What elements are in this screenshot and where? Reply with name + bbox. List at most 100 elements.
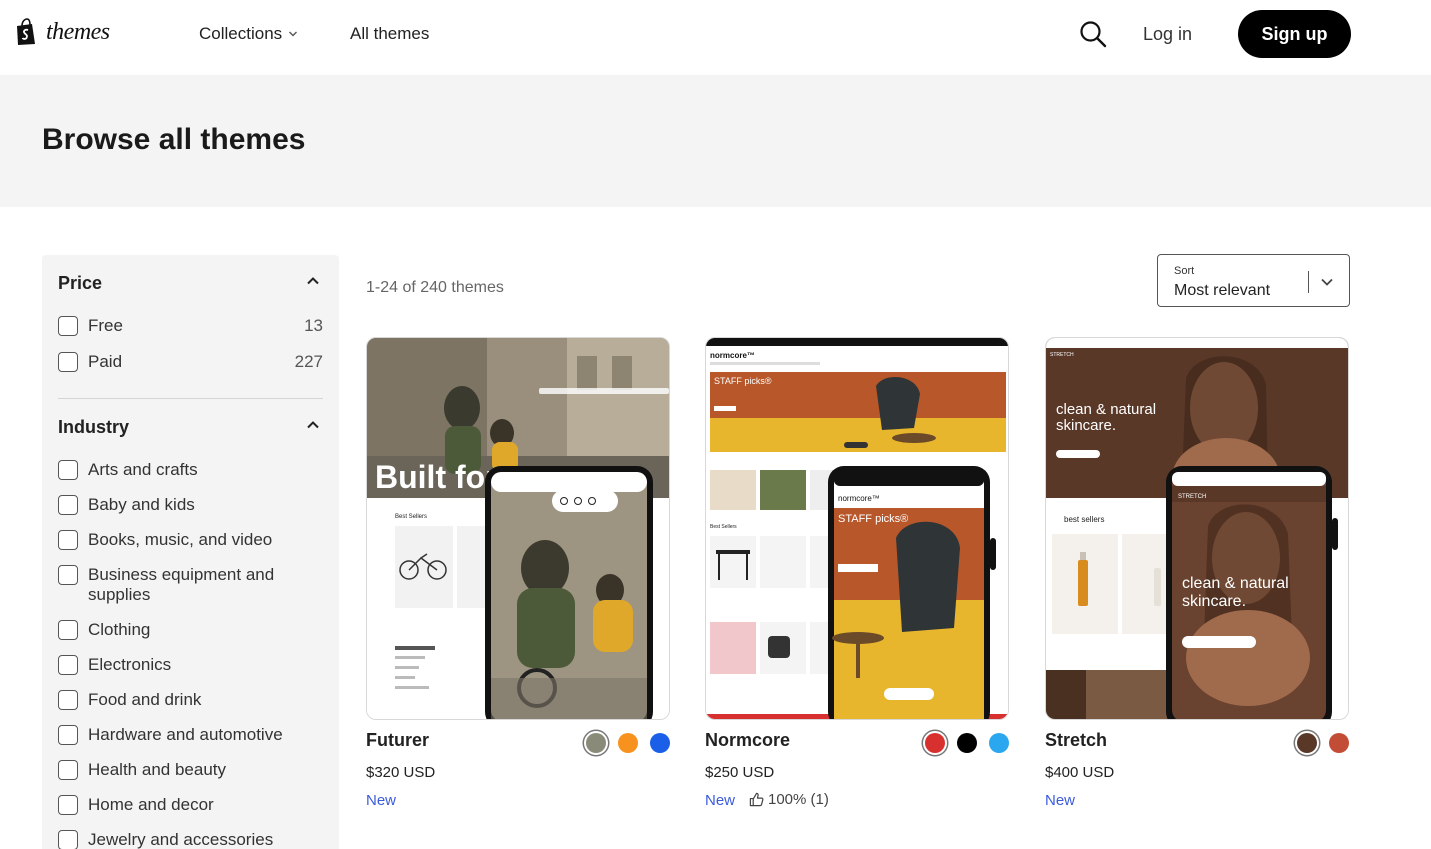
filter-option-books-music-video[interactable]: Books, music, and video [58, 530, 323, 550]
checkbox[interactable] [58, 530, 78, 550]
color-swatch[interactable] [957, 733, 977, 753]
nav-collections-label: Collections [199, 24, 283, 43]
filter-option-baby-and-kids[interactable]: Baby and kids [58, 495, 323, 515]
theme-name[interactable]: Futurer [366, 730, 429, 751]
filter-option-clothing[interactable]: Clothing [58, 620, 323, 640]
theme-price: $400 USD [1045, 764, 1115, 781]
checkbox[interactable] [58, 565, 78, 585]
theme-price: $320 USD [366, 764, 436, 781]
filter-option-home-and-decor[interactable]: Home and decor [58, 795, 323, 815]
theme-preview-art: Built for Best Sellers [367, 338, 669, 719]
theme-preview-image[interactable]: STRETCH clean & natural skincare. best s… [1045, 337, 1349, 720]
theme-card-stretch[interactable]: STRETCH clean & natural skincare. best s… [1045, 337, 1349, 809]
theme-name[interactable]: Normcore [705, 730, 790, 751]
filter-option-label: Clothing [88, 620, 151, 639]
theme-card-futurer[interactable]: Built for Best Sellers Futurer $320 USD … [366, 337, 670, 809]
rating-text: 100% (1) [768, 791, 829, 808]
theme-preview-image[interactable]: normcore™ STAFF picks® Best Sellers norm… [705, 337, 1009, 720]
preview-brand: STRETCH [1050, 352, 1074, 358]
preview-brand-mobile: normcore™ [838, 494, 880, 503]
filter-option-label: Free [88, 316, 123, 335]
checkbox[interactable] [58, 655, 78, 675]
preview-headline: Built for [375, 459, 498, 495]
chevron-up-icon[interactable] [306, 274, 320, 288]
filter-industry-heading[interactable]: Industry [58, 417, 129, 438]
filter-price-heading[interactable]: Price [58, 273, 102, 294]
chevron-down-icon [289, 31, 298, 37]
theme-card-normcore[interactable]: normcore™ STAFF picks® Best Sellers norm… [705, 337, 1009, 809]
preview-section: best sellers [1064, 515, 1104, 524]
sort-label: Sort [1174, 265, 1195, 277]
preview-headline-1: clean & natural [1056, 401, 1156, 418]
filter-sidebar: Price Free 13 Paid 227 Industry Arts and… [42, 255, 339, 849]
checkbox[interactable] [58, 760, 78, 780]
site-header: themes Collections All themes Log in Sig… [0, 0, 1431, 75]
filter-option-label: Business equipment and supplies [88, 565, 275, 604]
thumbs-up-icon [749, 792, 764, 807]
shopify-themes-logo[interactable]: themes [14, 18, 110, 46]
filter-option-electronics[interactable]: Electronics [58, 655, 323, 675]
color-swatch[interactable] [989, 733, 1009, 753]
theme-preview-art: STRETCH clean & natural skincare. best s… [1046, 338, 1348, 719]
filter-option-paid[interactable]: Paid 227 [58, 352, 323, 372]
filter-option-label: Baby and kids [88, 495, 195, 514]
theme-preview-image[interactable]: Built for Best Sellers [366, 337, 670, 720]
checkbox[interactable] [58, 690, 78, 710]
preview-section: Best Sellers [395, 514, 427, 520]
color-swatch[interactable] [618, 733, 638, 753]
nav-all-themes-label: All themes [350, 24, 430, 43]
checkbox[interactable] [58, 495, 78, 515]
filter-option-business-equipment[interactable]: Business equipment and supplies [58, 565, 323, 605]
filter-option-count: 13 [304, 316, 323, 335]
color-swatch[interactable] [1329, 733, 1349, 753]
filter-divider [58, 398, 323, 399]
search-icon[interactable] [1078, 19, 1108, 49]
page-title: Browse all themes [42, 123, 306, 156]
theme-price: $250 USD [705, 764, 775, 781]
nav-collections[interactable]: Collections [199, 24, 298, 44]
filter-option-label: Food and drink [88, 690, 202, 709]
theme-preview-art: normcore™ STAFF picks® Best Sellers norm… [706, 338, 1008, 719]
color-swatch[interactable] [586, 733, 606, 753]
chevron-up-icon[interactable] [306, 418, 320, 432]
color-swatch[interactable] [650, 733, 670, 753]
login-link[interactable]: Log in [1143, 24, 1192, 45]
color-swatches [1297, 733, 1349, 753]
sort-value: Most relevant [1174, 282, 1271, 299]
filter-option-free[interactable]: Free 13 [58, 316, 323, 336]
preview-headline-mobile-1: clean & natural [1182, 575, 1289, 592]
checkbox[interactable] [58, 316, 78, 336]
filter-option-label: Paid [88, 352, 123, 371]
signup-button[interactable]: Sign up [1238, 10, 1351, 58]
checkbox[interactable] [58, 620, 78, 640]
filter-option-food-and-drink[interactable]: Food and drink [58, 690, 323, 710]
checkbox[interactable] [58, 460, 78, 480]
result-count: 1-24 of 240 themes [366, 279, 504, 296]
filter-option-jewelry-accessories[interactable]: Jewelry and accessories [58, 830, 323, 849]
checkbox[interactable] [58, 352, 78, 372]
filter-option-arts-and-crafts[interactable]: Arts and crafts [58, 460, 323, 480]
shopify-bag-icon [17, 18, 35, 45]
new-badge: New [1045, 792, 1076, 809]
filter-option-label: Electronics [88, 655, 172, 674]
theme-name[interactable]: Stretch [1045, 730, 1107, 751]
filter-option-hardware-automotive[interactable]: Hardware and automotive [58, 725, 323, 745]
filter-option-count: 227 [294, 352, 323, 371]
preview-brand-mobile: STRETCH [1178, 494, 1206, 500]
filter-option-label: Health and beauty [88, 760, 226, 779]
checkbox[interactable] [58, 725, 78, 745]
preview-headline-mobile: STAFF picks® [838, 513, 908, 525]
color-swatch[interactable] [1297, 733, 1317, 753]
checkbox[interactable] [58, 830, 78, 849]
sort-select[interactable]: Sort Most relevant [1157, 254, 1350, 307]
checkbox[interactable] [58, 795, 78, 815]
filter-option-label: Home and decor [88, 795, 214, 814]
preview-headline-2: skincare. [1056, 417, 1116, 434]
filter-option-health-and-beauty[interactable]: Health and beauty [58, 760, 323, 780]
color-swatch[interactable] [925, 733, 945, 753]
nav-all-themes[interactable]: All themes [350, 24, 429, 44]
sort-separator [1308, 271, 1309, 293]
chevron-down-icon [1321, 278, 1333, 286]
new-badge: New [366, 792, 397, 809]
logo-text: themes [46, 18, 110, 45]
